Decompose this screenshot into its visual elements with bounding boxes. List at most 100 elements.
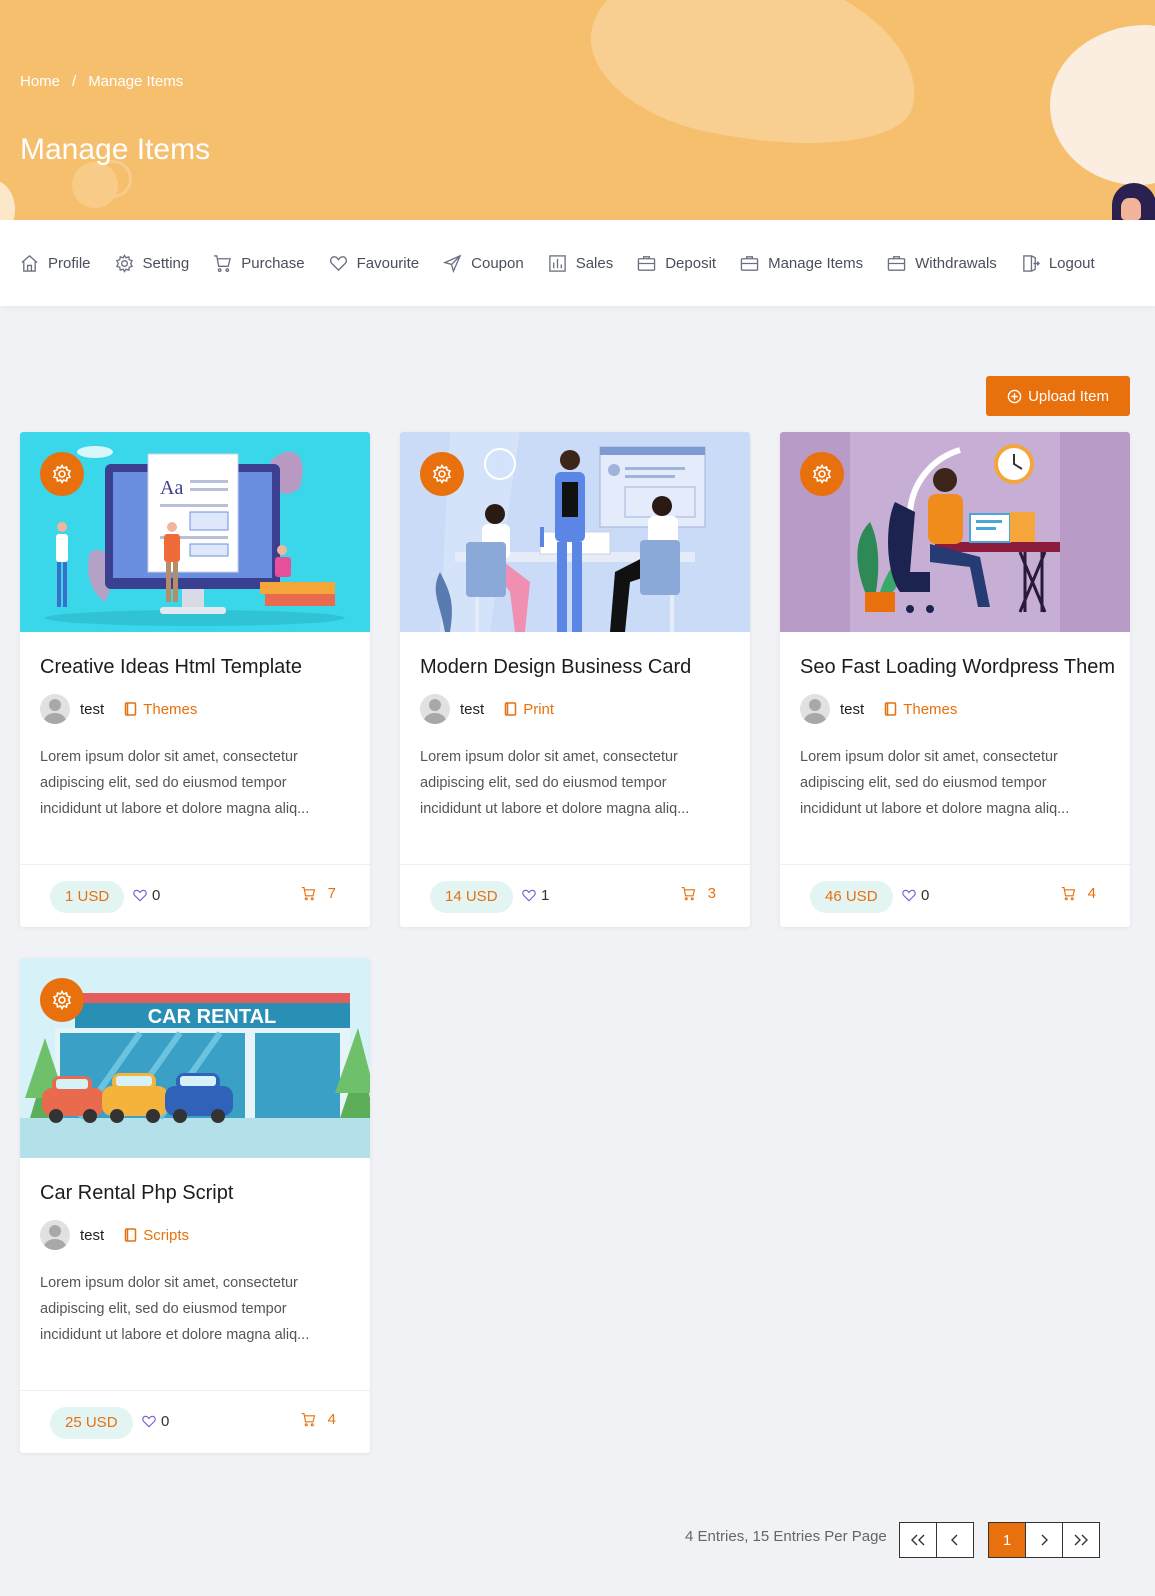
nav-item-label: Withdrawals <box>915 254 997 272</box>
previous-page-button[interactable] <box>936 1522 974 1558</box>
sales-count: 3 <box>681 885 716 902</box>
last-page-button[interactable] <box>1062 1522 1100 1558</box>
chart-icon <box>548 254 566 272</box>
nav-item-label: Logout <box>1048 254 1095 272</box>
nav-item-purchase[interactable]: Purchase <box>213 254 305 273</box>
briefcase-icon <box>887 255 906 271</box>
item-thumbnail[interactable] <box>780 432 1130 632</box>
item-title[interactable]: Car Rental Php Script <box>40 1182 233 1205</box>
sales-value: 4 <box>1087 885 1096 902</box>
item-category[interactable]: Themes <box>884 701 957 718</box>
double-chevron-right-icon <box>1074 1534 1088 1546</box>
cart-icon <box>214 254 232 272</box>
item-settings-button[interactable] <box>800 452 844 496</box>
nav-item-sales[interactable]: Sales <box>548 254 613 273</box>
book-icon <box>504 702 517 716</box>
price-badge: 25 USD <box>50 1407 133 1439</box>
chevron-left-icon <box>951 1534 958 1546</box>
item-category[interactable]: Print <box>504 701 554 718</box>
item-author[interactable]: test <box>80 1227 104 1244</box>
item-footer: 25 USD 0 4 <box>20 1390 370 1453</box>
item-title[interactable]: Seo Fast Loading Wordpress Them <box>800 656 1115 679</box>
item-title[interactable]: Modern Design Business Card <box>420 656 691 679</box>
nav-item-favourite[interactable]: Favourite <box>329 254 419 273</box>
send-icon <box>443 254 462 273</box>
likes-count[interactable]: 1 <box>521 887 549 904</box>
upload-item-label: Upload Item <box>1028 387 1109 405</box>
likes-count[interactable]: 0 <box>141 1413 169 1430</box>
nav-item-logout[interactable]: Logout <box>1021 254 1095 273</box>
nav-item-withdrawals[interactable]: Withdrawals <box>887 254 997 273</box>
sales-value: 4 <box>327 1411 336 1428</box>
nav-item-label: Coupon <box>471 254 524 272</box>
item-description: Lorem ipsum dolor sit amet, consectetur … <box>40 1275 310 1343</box>
likes-value: 0 <box>921 887 930 904</box>
gear-icon <box>52 990 72 1010</box>
item-footer: 46 USD 0 4 <box>780 864 1130 927</box>
item-thumbnail[interactable]: Aa <box>20 432 370 632</box>
item-card: Modern Design Business Card test Print L… <box>400 432 750 927</box>
breadcrumb-current: Manage Items <box>88 73 184 90</box>
cart-icon <box>301 886 315 901</box>
item-meta: test Themes <box>800 694 957 724</box>
item-settings-button[interactable] <box>40 452 84 496</box>
chevron-right-icon <box>1041 1534 1048 1546</box>
gear-icon <box>432 464 452 484</box>
item-thumbnail[interactable] <box>400 432 750 632</box>
book-icon <box>124 1228 137 1242</box>
item-card: Seo Fast Loading Wordpress Them test The… <box>780 432 1130 927</box>
item-category[interactable]: Themes <box>124 701 197 718</box>
nav-item-manage-items[interactable]: Manage Items <box>740 254 863 273</box>
page-button-current[interactable]: 1 <box>988 1522 1026 1558</box>
avatar <box>40 694 70 724</box>
nav-item-profile[interactable]: Profile <box>20 254 91 273</box>
cart-icon <box>681 886 695 901</box>
cart-icon <box>1061 886 1075 901</box>
item-category-label: Print <box>523 700 555 718</box>
item-category-label: Scripts <box>143 1226 190 1244</box>
item-author[interactable]: test <box>460 701 484 718</box>
likes-count[interactable]: 0 <box>901 887 929 904</box>
nav-item-setting[interactable]: Setting <box>115 253 189 273</box>
item-author[interactable]: test <box>840 701 864 718</box>
nav-item-deposit[interactable]: Deposit <box>637 254 716 273</box>
sales-count: 4 <box>301 1411 336 1428</box>
svg-text:Aa: Aa <box>160 477 183 499</box>
car-rental-sign: CAR RENTAL <box>148 1006 277 1028</box>
item-footer: 1 USD 0 7 <box>20 864 370 927</box>
likes-value: 0 <box>161 1413 170 1430</box>
avatar <box>420 694 450 724</box>
breadcrumb-separator: / <box>72 73 77 90</box>
logout-icon <box>1022 254 1040 272</box>
item-settings-button[interactable] <box>420 452 464 496</box>
item-settings-button[interactable] <box>40 978 84 1022</box>
next-page-button[interactable] <box>1025 1522 1063 1558</box>
item-title[interactable]: Creative Ideas Html Template <box>40 656 302 679</box>
heart-icon <box>522 889 536 902</box>
nav-item-label: Deposit <box>665 254 717 272</box>
avatar <box>40 1220 70 1250</box>
double-chevron-left-icon <box>911 1534 925 1546</box>
breadcrumb-home-link[interactable]: Home <box>20 73 60 90</box>
decor-blob <box>1050 25 1155 185</box>
sales-value: 3 <box>707 885 716 902</box>
item-thumbnail[interactable]: CAR RENTAL <box>20 958 370 1158</box>
decor-blob <box>0 180 15 220</box>
plus-circle-icon <box>1007 389 1022 403</box>
briefcase-icon <box>637 255 656 271</box>
nav-item-label: Purchase <box>241 254 305 272</box>
item-description: Lorem ipsum dolor sit amet, consectetur … <box>420 749 690 817</box>
nav-item-coupon[interactable]: Coupon <box>443 254 524 273</box>
heart-icon <box>329 255 347 271</box>
upload-item-button[interactable]: Upload Item <box>986 376 1130 416</box>
nav-item-label: Profile <box>48 254 91 272</box>
item-category-label: Themes <box>903 700 958 718</box>
first-page-button[interactable] <box>899 1522 937 1558</box>
item-meta: test Print <box>420 694 554 724</box>
item-author[interactable]: test <box>80 701 104 718</box>
item-footer: 14 USD 1 3 <box>400 864 750 927</box>
item-description: Lorem ipsum dolor sit amet, consectetur … <box>800 749 1070 817</box>
item-category[interactable]: Scripts <box>124 1227 189 1244</box>
item-category-label: Themes <box>143 700 198 718</box>
likes-count[interactable]: 0 <box>132 887 160 904</box>
